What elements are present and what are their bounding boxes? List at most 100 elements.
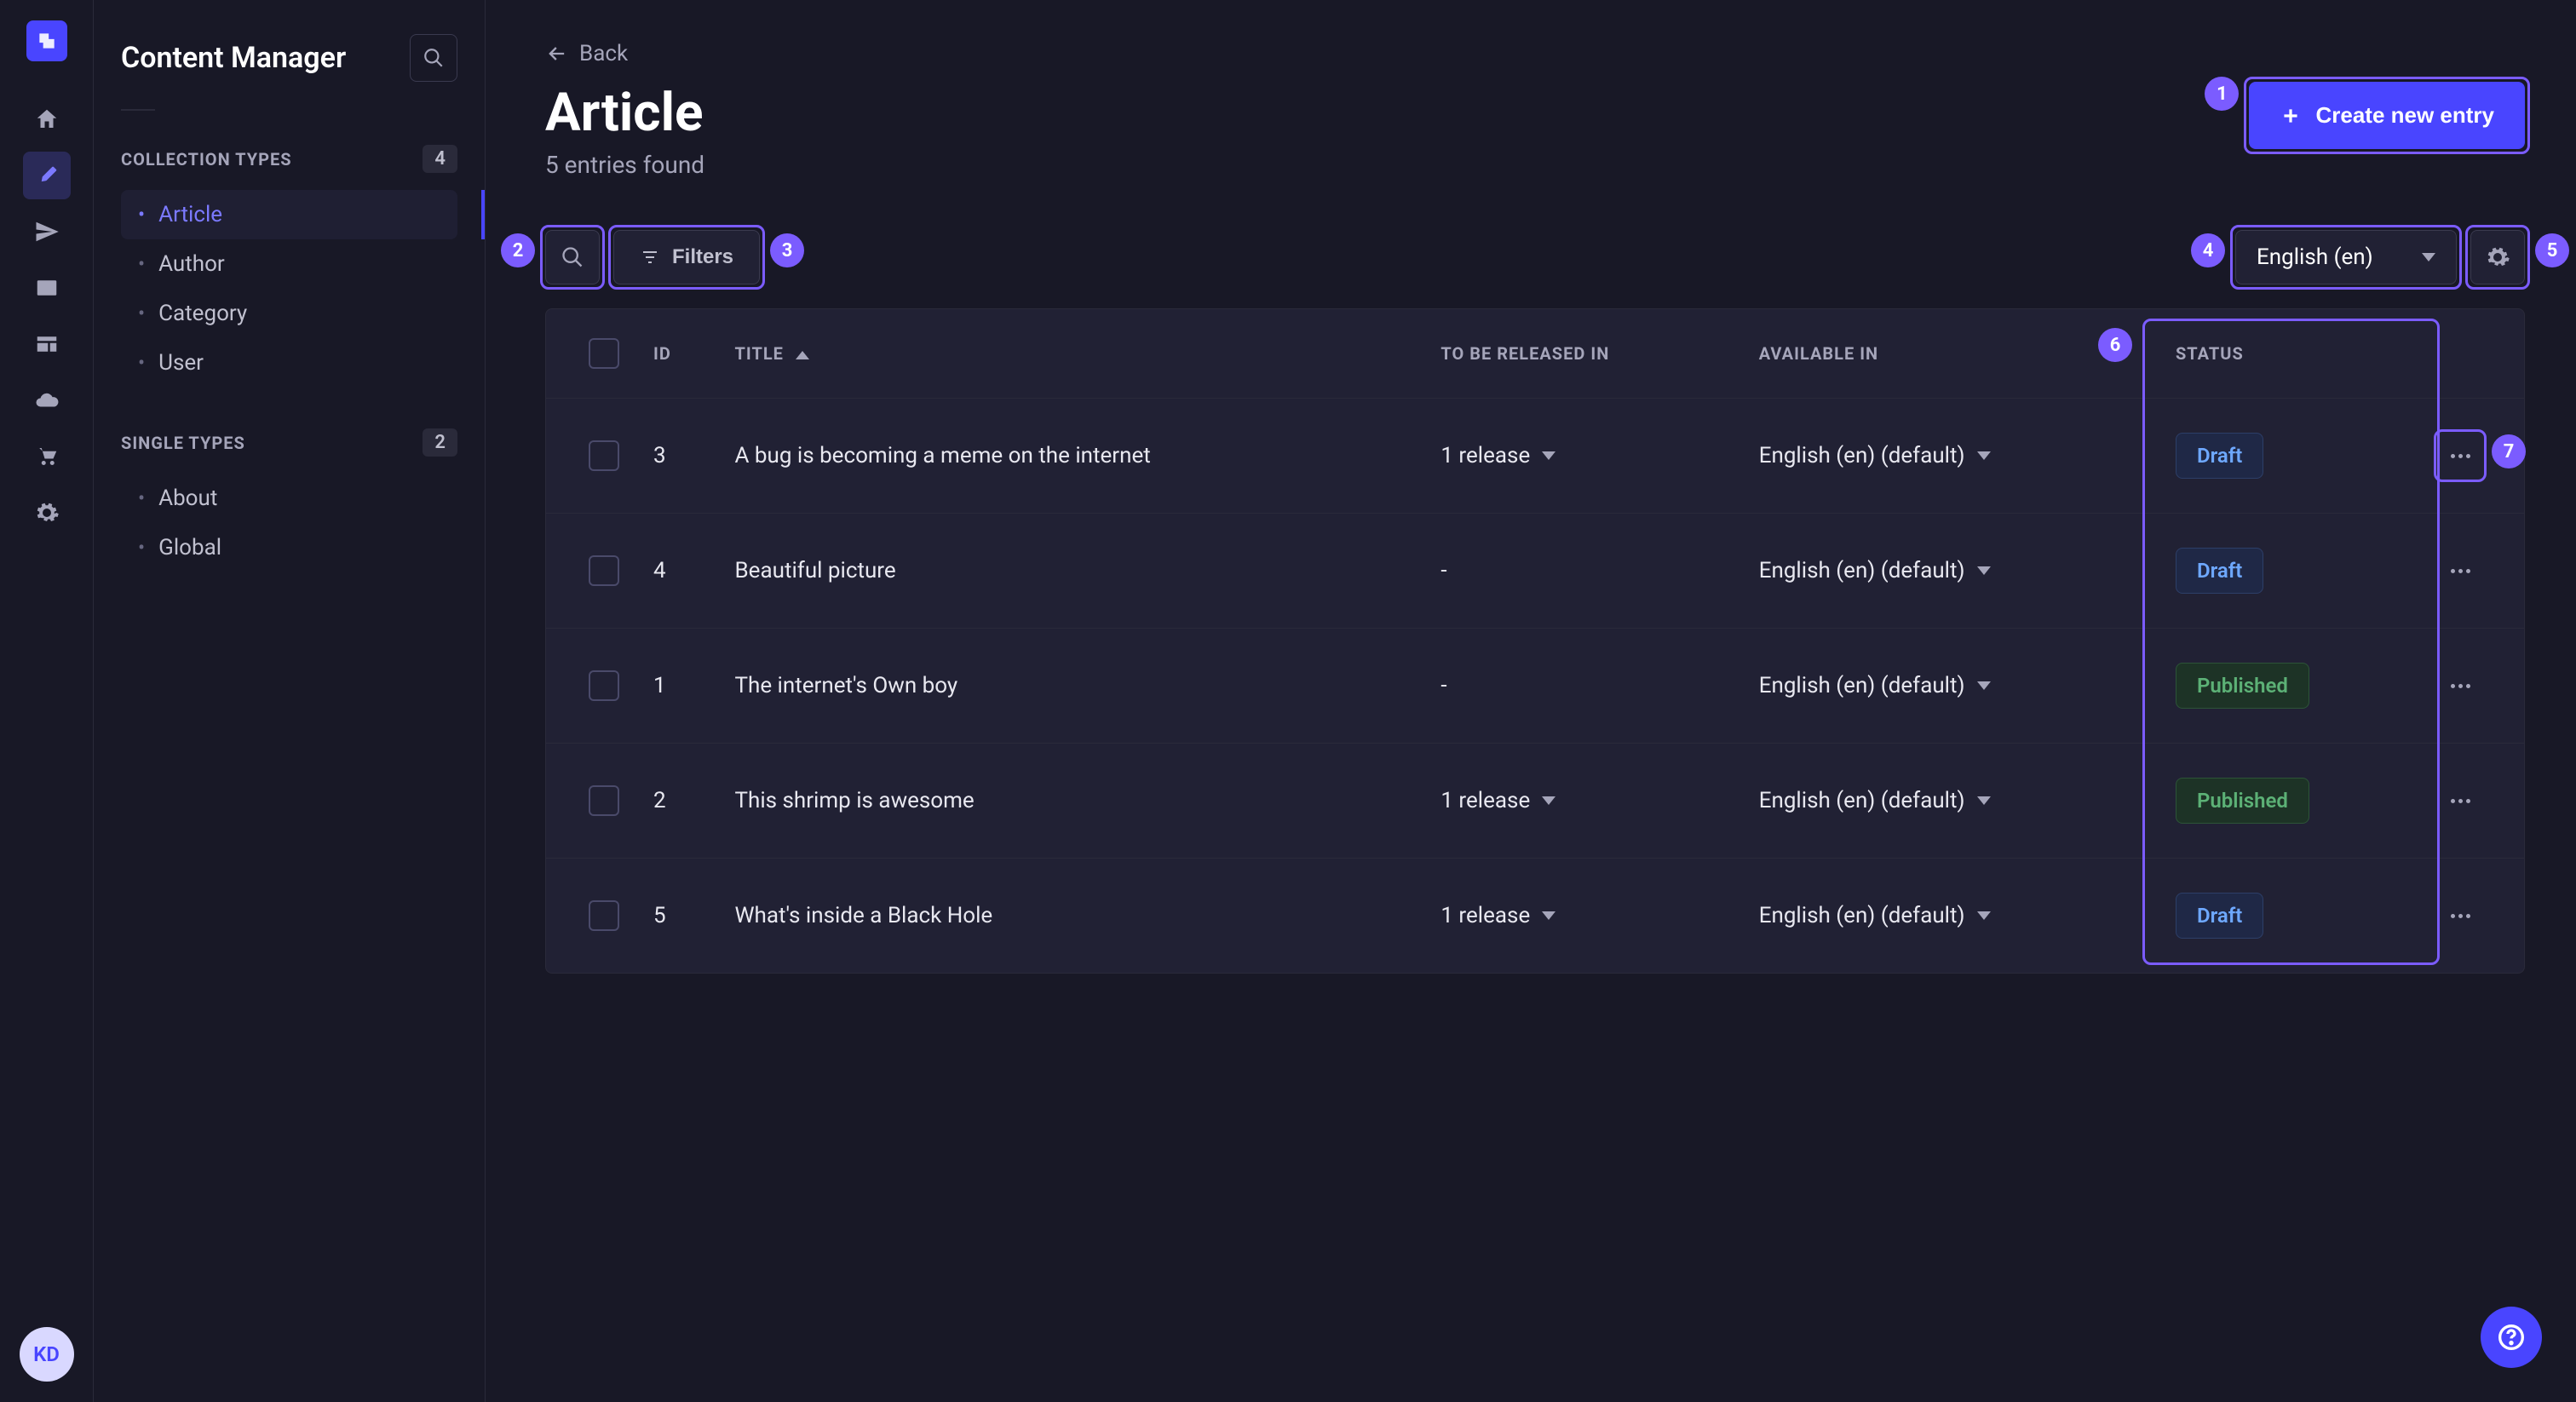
highlight-badge: 7 xyxy=(2492,434,2526,468)
table-row[interactable]: 5What's inside a Black Hole1 releaseEngl… xyxy=(546,859,2524,974)
cell-status: Draft xyxy=(2159,859,2422,974)
highlight-badge: 2 xyxy=(501,233,535,267)
locale-dropdown[interactable]: English (en) (default) xyxy=(1759,673,1991,698)
cell-release: - xyxy=(1423,514,1741,629)
status-badge: Published xyxy=(2176,778,2309,824)
back-label: Back xyxy=(579,41,628,66)
cell-available: English (en) (default) xyxy=(1742,629,2159,744)
table-search-button[interactable] xyxy=(545,230,600,284)
sidebar: Content Manager Collection Types 4 Artic… xyxy=(94,0,486,1402)
help-button[interactable] xyxy=(2481,1307,2542,1368)
locale-dropdown[interactable]: English (en) (default) xyxy=(1759,788,1991,813)
col-id[interactable]: ID xyxy=(636,309,717,399)
table-row[interactable]: 2This shrimp is awesome1 releaseEnglish … xyxy=(546,744,2524,859)
single-types-count: 2 xyxy=(423,428,457,457)
chevron-down-icon xyxy=(1542,911,1555,920)
status-badge: Published xyxy=(2176,663,2309,709)
cell-available: English (en) (default) xyxy=(1742,399,2159,514)
row-checkbox[interactable] xyxy=(589,670,619,701)
sidebar-title: Content Manager xyxy=(121,41,346,75)
col-status[interactable]: Status xyxy=(2159,309,2422,399)
cell-available: English (en) (default) xyxy=(1742,514,2159,629)
locale-select[interactable]: English (en) xyxy=(2235,230,2457,284)
highlight-badge: 3 xyxy=(770,233,804,267)
nav-send-icon[interactable] xyxy=(23,208,71,256)
sidebar-item[interactable]: Global xyxy=(121,523,457,572)
collection-types-header: Collection Types xyxy=(121,149,292,170)
cell-release: - xyxy=(1423,629,1741,744)
row-actions-button[interactable] xyxy=(2439,894,2481,937)
release-dropdown[interactable]: 1 release xyxy=(1440,788,1555,813)
cell-release: 1 release xyxy=(1423,859,1741,974)
release-dropdown[interactable]: 1 release xyxy=(1440,443,1555,468)
sidebar-search-button[interactable] xyxy=(410,34,457,82)
locale-dropdown[interactable]: English (en) (default) xyxy=(1759,443,1991,468)
entries-table: 6 ID Title To be released in Available I… xyxy=(545,308,2525,974)
chevron-down-icon xyxy=(2422,253,2435,261)
nav-home-icon[interactable] xyxy=(23,95,71,143)
cell-available: English (en) (default) xyxy=(1742,744,2159,859)
select-all-checkbox[interactable] xyxy=(589,338,619,369)
row-actions-button[interactable] xyxy=(2439,434,2481,477)
row-checkbox[interactable] xyxy=(589,440,619,471)
filters-button[interactable]: Filters xyxy=(613,230,760,284)
nav-cloud-icon[interactable] xyxy=(23,376,71,424)
sort-asc-icon xyxy=(796,351,809,359)
create-entry-button[interactable]: Create new entry xyxy=(2249,82,2525,149)
single-types-header: Single Types xyxy=(121,433,245,453)
nav-rail: KD xyxy=(0,0,94,1402)
locale-dropdown[interactable]: English (en) (default) xyxy=(1759,903,1991,928)
row-actions-button[interactable] xyxy=(2439,779,2481,822)
chevron-down-icon xyxy=(1542,451,1555,460)
logo[interactable] xyxy=(26,20,67,61)
page-subtitle: 5 entries found xyxy=(545,151,704,179)
col-release[interactable]: To be released in xyxy=(1423,309,1741,399)
cell-id: 5 xyxy=(636,859,717,974)
sidebar-item[interactable]: Author xyxy=(121,239,457,289)
nav-media-icon[interactable] xyxy=(23,264,71,312)
table-row[interactable]: 4Beautiful picture-English (en) (default… xyxy=(546,514,2524,629)
cell-title: The internet's Own boy xyxy=(717,629,1423,744)
divider xyxy=(121,109,155,111)
sidebar-item[interactable]: About xyxy=(121,474,457,523)
col-available[interactable]: Available In xyxy=(1742,309,2159,399)
highlight-badge: 6 xyxy=(2098,328,2132,362)
cell-id: 1 xyxy=(636,629,717,744)
row-actions-button[interactable] xyxy=(2439,549,2481,592)
sidebar-item[interactable]: Article xyxy=(121,190,457,239)
nav-content-icon[interactable] xyxy=(23,152,71,199)
nav-settings-icon[interactable] xyxy=(23,489,71,537)
nav-marketplace-icon[interactable] xyxy=(23,433,71,480)
view-settings-button[interactable] xyxy=(2470,230,2525,284)
sidebar-item[interactable]: Category xyxy=(121,289,457,338)
cell-title: A bug is becoming a meme on the internet xyxy=(717,399,1423,514)
row-checkbox[interactable] xyxy=(589,785,619,816)
chevron-down-icon xyxy=(1977,796,1991,805)
row-checkbox[interactable] xyxy=(589,555,619,586)
chevron-down-icon xyxy=(1977,566,1991,575)
locale-selected: English (en) xyxy=(2257,244,2373,270)
row-checkbox[interactable] xyxy=(589,900,619,931)
back-link[interactable]: Back xyxy=(545,41,628,66)
sidebar-item[interactable]: User xyxy=(121,338,457,388)
table-row[interactable]: 1The internet's Own boy-English (en) (de… xyxy=(546,629,2524,744)
release-dropdown[interactable]: 1 release xyxy=(1440,903,1555,928)
cell-release: 1 release xyxy=(1423,744,1741,859)
user-avatar[interactable]: KD xyxy=(20,1327,74,1382)
filters-label: Filters xyxy=(672,245,733,269)
locale-dropdown[interactable]: English (en) (default) xyxy=(1759,558,1991,583)
page-title: Article xyxy=(545,82,704,144)
row-actions-button[interactable] xyxy=(2439,664,2481,707)
cell-status: Published xyxy=(2159,629,2422,744)
highlight-badge: 1 xyxy=(2205,77,2239,111)
collection-types-count: 4 xyxy=(423,145,457,173)
col-title[interactable]: Title xyxy=(717,309,1423,399)
highlight-badge: 4 xyxy=(2191,233,2225,267)
cell-id: 3 xyxy=(636,399,717,514)
chevron-down-icon xyxy=(1977,911,1991,920)
col-title-label: Title xyxy=(734,343,783,364)
nav-builder-icon[interactable] xyxy=(23,320,71,368)
status-badge: Draft xyxy=(2176,893,2263,939)
table-row[interactable]: 3A bug is becoming a meme on the interne… xyxy=(546,399,2524,514)
chevron-down-icon xyxy=(1977,451,1991,460)
